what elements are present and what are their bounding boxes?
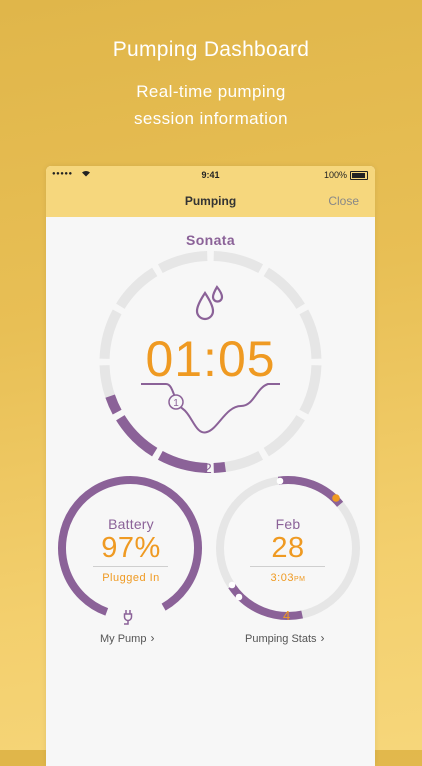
stats-arc-bottom [228,583,303,620]
session-dot [235,593,243,601]
phase-marker: 1 [168,394,184,410]
promo-subtitle-line-2: session information [133,109,289,128]
pumping-stats-link[interactable]: Pumping Stats › [245,631,325,645]
stats-month: Feb [275,516,301,532]
phase-marker-label: 1 [173,398,179,409]
chevron-right-icon: › [150,631,155,645]
milk-drops-icon [195,285,224,321]
stats-session-count: 4 [283,608,291,623]
battery-label: Battery [108,516,154,532]
promo-subtitle: Real-time pumping session information [0,78,422,132]
promo-title: Pumping Dashboard [112,38,310,61]
chevron-right-icon: › [320,631,325,645]
stats-day: 28 [271,532,305,564]
stats-arc-top [277,476,344,507]
promo-subtitle-line-1: Real-time pumping [136,82,286,101]
phase-count: 2 [204,460,212,476]
my-pump-link[interactable]: My Pump › [100,631,154,645]
battery-divider [93,566,168,567]
current-session-dot [332,494,340,502]
battery-status: Plugged In [102,572,160,584]
my-pump-link-label: My Pump [100,633,147,645]
phone-screen: ●●●●● 9:41 100% Pumping Close Sonata 1 0… [46,166,375,766]
stats-divider [250,566,325,567]
stats-time-suffix: PM [293,576,306,583]
stats-time: 3:03PM [238,572,338,584]
pumping-wave-line [141,383,280,434]
session-dot [228,581,236,589]
pumping-stats-link-label: Pumping Stats [245,633,317,645]
stats-time-value: 3:03 [270,572,294,584]
battery-value: 97% [101,532,161,564]
plug-icon [123,610,133,625]
session-dot [276,477,284,485]
session-timer: 01:05 [145,331,276,387]
